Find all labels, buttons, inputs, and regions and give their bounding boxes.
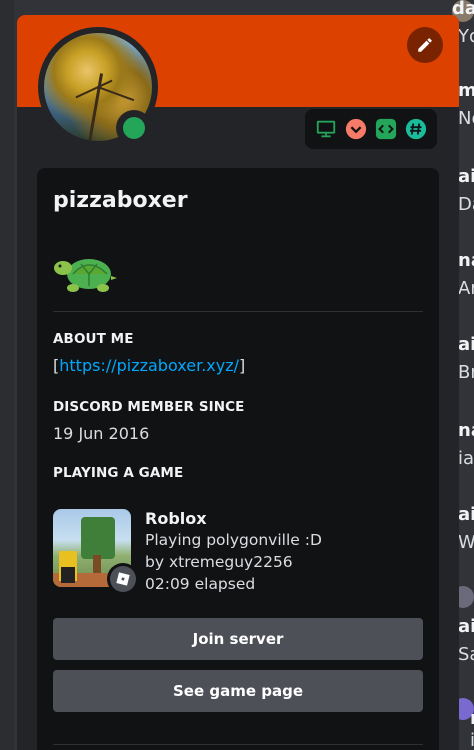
member-since-date: 19 Jun 2016 bbox=[53, 424, 150, 443]
game-state: by xtremeguy2256 bbox=[145, 553, 293, 571]
desktop-badge-icon[interactable] bbox=[314, 117, 338, 141]
chat-author[interactable]: ma bbox=[458, 80, 474, 101]
chat-message: No bbox=[458, 108, 474, 129]
edit-profile-button[interactable] bbox=[407, 27, 443, 63]
see-game-page-button[interactable]: See game page bbox=[53, 670, 423, 712]
profile-link[interactable]: https://pizzaboxer.xyz/ bbox=[59, 356, 239, 375]
game-name: Roblox bbox=[145, 509, 207, 528]
roblox-icon bbox=[110, 566, 136, 592]
profile-card: pizzaboxer ABOUT ME [https://pizzaboxer.… bbox=[37, 168, 439, 750]
chat-author[interactable]: na bbox=[458, 250, 474, 271]
member-since-heading: DISCORD MEMBER SINCE bbox=[53, 399, 245, 415]
code-badge-icon[interactable] bbox=[374, 117, 398, 141]
join-server-button[interactable]: Join server bbox=[53, 618, 423, 660]
user-profile-popout: pizzaboxer ABOUT ME [https://pizzaboxer.… bbox=[17, 15, 459, 750]
chat-message: Da bbox=[458, 194, 474, 215]
chat-message: Yd bbox=[458, 26, 474, 47]
chat-author[interactable]: ai bbox=[458, 616, 474, 637]
chat-message: ial bbox=[458, 448, 474, 469]
chat-author[interactable]: na bbox=[470, 708, 474, 729]
hash-badge-icon[interactable] bbox=[404, 117, 428, 141]
online-status-icon bbox=[123, 117, 145, 139]
chat-author[interactable]: ai bbox=[458, 504, 474, 525]
chat-message: Sa bbox=[458, 644, 474, 665]
game-details: Playing polygonville :D bbox=[145, 531, 322, 549]
about-me-text: [https://pizzaboxer.xyz/] bbox=[53, 356, 246, 375]
username[interactable]: pizzaboxer bbox=[53, 188, 188, 213]
chat-message: An bbox=[458, 278, 474, 299]
chat-left-edge bbox=[0, 0, 14, 750]
divider bbox=[53, 744, 423, 745]
chevron-badge-icon[interactable] bbox=[344, 117, 368, 141]
game-elapsed: 02:09 elapsed bbox=[145, 575, 256, 593]
badge-list bbox=[305, 109, 437, 149]
divider bbox=[53, 311, 423, 312]
about-me-heading: ABOUT ME bbox=[53, 331, 134, 347]
chat-author[interactable]: ai bbox=[458, 166, 474, 187]
chat-message: Wo bbox=[458, 532, 474, 553]
chat-author[interactable]: na bbox=[458, 420, 474, 441]
pencil-icon bbox=[418, 38, 432, 52]
chat-message: Bru bbox=[458, 362, 474, 383]
chat-author[interactable]: ai bbox=[458, 334, 474, 355]
chat-message: i bbox=[470, 730, 474, 750]
turtle-emoji-icon bbox=[51, 252, 117, 300]
activity-heading: PLAYING A GAME bbox=[53, 465, 184, 481]
